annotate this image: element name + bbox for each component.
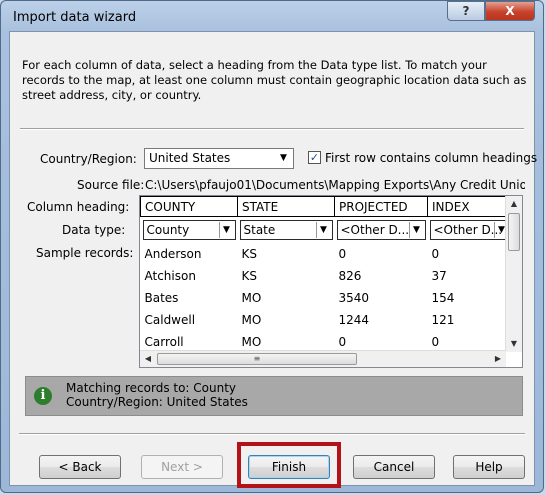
table-cell: 154 [431, 291, 455, 305]
table-cell: KS [241, 269, 258, 283]
first-row-checkbox[interactable]: ✓ [308, 151, 321, 164]
info-icon: i [34, 387, 52, 405]
cancel-button[interactable]: Cancel [353, 455, 435, 479]
chevron-down-icon: ▼ [218, 222, 234, 238]
column-heading-state[interactable]: STATE [237, 196, 335, 217]
close-button[interactable]: X [485, 1, 535, 21]
data-type-cell: County ▼ [141, 217, 238, 244]
table-cell: 3540 [338, 291, 370, 305]
column-mapping-grid[interactable]: COUNTY STATE PROJECTED INDEX County ▼ St… [139, 195, 523, 368]
table-row: Bates MO 3540 154 [141, 287, 513, 309]
table-cell: 826 [338, 269, 362, 283]
data-type-label: Data type: [62, 223, 126, 237]
finish-highlight-box [237, 442, 341, 488]
chevron-down-icon: ▼ [280, 153, 287, 163]
data-type-select-index[interactable]: <Other D... ▼ [429, 220, 511, 240]
column-heading-projected[interactable]: PROJECTED [334, 196, 428, 217]
scroll-right-icon[interactable]: ▶ [490, 351, 506, 367]
vertical-scrollbar[interactable]: ▲ ▼ [505, 196, 522, 352]
first-row-checkbox-label[interactable]: First row contains column headings [325, 151, 537, 165]
data-type-value: <Other D... [433, 223, 503, 237]
next-button[interactable]: Next > [141, 455, 223, 479]
scroll-left-icon[interactable]: ◀ [140, 351, 156, 367]
import-data-wizard-window: Import data wizard ? X For each column o… [0, 0, 544, 493]
info-text: Matching records to: County Country/Regi… [66, 381, 248, 409]
back-button[interactable]: < Back [39, 455, 121, 479]
table-cell: MO [241, 313, 262, 327]
bottom-separator [19, 433, 525, 435]
column-heading-county[interactable]: COUNTY [140, 196, 238, 217]
sample-records-label: Sample records: [36, 246, 134, 260]
source-file-label: Source file: [77, 178, 145, 192]
table-cell: MO [241, 291, 262, 305]
country-region-label: Country/Region: [40, 152, 137, 166]
scroll-down-icon[interactable]: ▼ [506, 336, 522, 352]
help-button[interactable]: Help [453, 455, 525, 479]
data-type-value: County [146, 223, 190, 237]
table-cell: 0 [431, 247, 440, 261]
table-cell: 121 [431, 313, 455, 327]
country-region-select[interactable]: United States ▼ [144, 148, 294, 169]
data-type-select-state[interactable]: State ▼ [239, 220, 333, 240]
table-cell: Atchison [144, 269, 196, 283]
info-line-country: Country/Region: United States [66, 395, 248, 409]
data-type-select-projected[interactable]: <Other D... ▼ [336, 220, 426, 240]
data-type-value: State [243, 223, 276, 237]
table-row: Caldwell MO 1244 121 [141, 309, 513, 331]
vertical-scroll-thumb[interactable] [508, 213, 520, 251]
horizontal-scrollbar[interactable]: ◀ ≡ ▶ [140, 350, 506, 367]
table-cell: KS [241, 247, 258, 261]
table-cell: 0 [338, 247, 347, 261]
column-heading-label: Column heading: [27, 200, 130, 214]
horizontal-scroll-thumb[interactable]: ≡ [157, 353, 357, 365]
grid-table: COUNTY STATE PROJECTED INDEX County ▼ St… [140, 196, 513, 353]
table-row: Atchison KS 826 37 [141, 265, 513, 287]
column-heading-index[interactable]: INDEX [427, 196, 513, 217]
table-cell: Bates [144, 291, 179, 305]
window-title: Import data wizard [13, 10, 137, 25]
table-cell: 37 [431, 269, 447, 283]
table-cell: Caldwell [144, 313, 196, 327]
info-line-match: Matching records to: County [66, 381, 237, 395]
help-title-button[interactable]: ? [447, 1, 485, 21]
data-type-cell: State ▼ [238, 217, 335, 244]
data-type-cell: <Other D... ▼ [428, 217, 513, 244]
source-file-path: C:\Users\pfaujo01\Documents\Mapping Expo… [145, 178, 525, 192]
data-type-value: <Other D... [340, 223, 410, 237]
chevron-down-icon: ▼ [408, 222, 424, 238]
top-separator [20, 128, 524, 130]
chevron-down-icon: ▼ [315, 222, 331, 238]
instructions-text: For each column of data, select a headin… [22, 58, 527, 102]
data-type-cell: <Other D... ▼ [335, 217, 428, 244]
data-type-select-county[interactable]: County ▼ [142, 220, 236, 240]
table-cell: Anderson [144, 247, 202, 261]
scroll-up-icon[interactable]: ▲ [506, 196, 522, 212]
country-region-value: United States [149, 151, 231, 165]
matching-info-bar: i Matching records to: County Country/Re… [25, 376, 523, 416]
title-bar[interactable]: Import data wizard ? X [1, 1, 543, 31]
table-cell: 1244 [338, 313, 370, 327]
table-row: Anderson KS 0 0 [141, 243, 513, 265]
